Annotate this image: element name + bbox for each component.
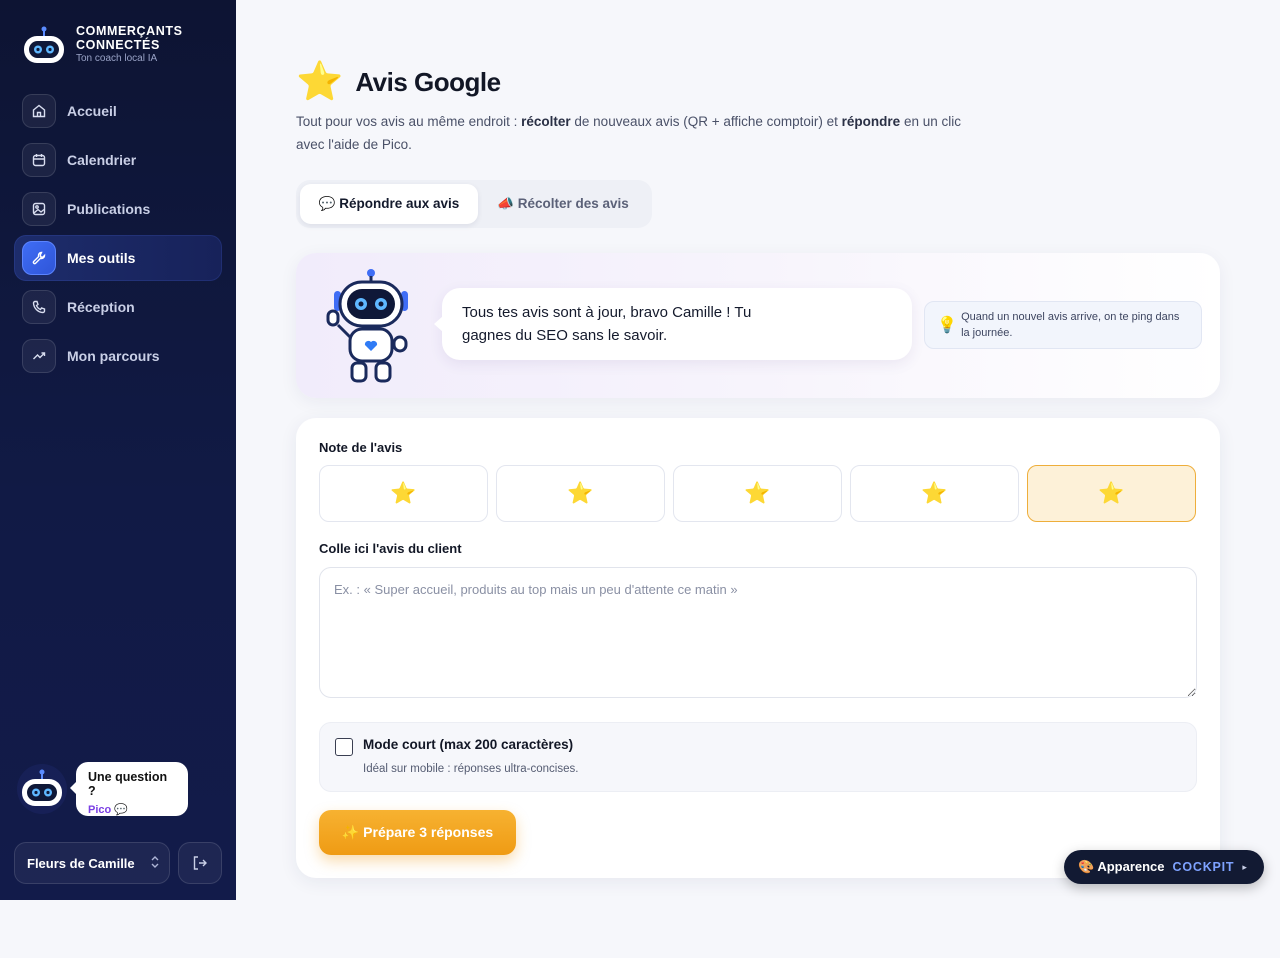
account-switcher[interactable]: Fleurs de Camille — [14, 842, 170, 884]
sidebar-item-label: Mon parcours — [67, 348, 160, 364]
notification-tip: 💡 Quand un nouvel avis arrive, on te pin… — [924, 301, 1202, 349]
logout-icon — [193, 856, 207, 870]
rating-label: Note de l'avis — [319, 440, 403, 455]
tab-reply-reviews[interactable]: 💬 Répondre aux avis — [300, 184, 478, 224]
page-intro: Tout pour vos avis au même endroit : réc… — [296, 110, 976, 156]
sidebar-item-label: Calendrier — [67, 152, 137, 168]
wrench-icon — [22, 241, 56, 275]
appearance-label: 🎨 Apparence — [1078, 859, 1165, 874]
sidebar-item-accueil[interactable]: Accueil — [14, 88, 222, 134]
trend-icon — [22, 339, 56, 373]
intro-bold-reply: répondre — [841, 114, 901, 129]
sidebar-item-label: Publications — [67, 201, 151, 217]
star-icon: ⭐ — [296, 61, 344, 103]
phone-icon — [22, 290, 56, 324]
account-name: Fleurs de Camille — [27, 855, 135, 871]
calendar-icon — [22, 143, 56, 177]
sidebar: Commerçants Connectés Ton coach local IA… — [0, 0, 236, 900]
page-title: Avis Google — [355, 66, 501, 97]
brand-subtitle: Ton coach local IA — [76, 53, 158, 64]
rating-5-button[interactable]: ⭐ — [1027, 465, 1196, 522]
rating-selector: ⭐ ⭐ ⭐ ⭐ ⭐ — [319, 465, 1196, 522]
robot-logo-icon — [24, 26, 64, 63]
short-mode-checkbox[interactable] — [335, 738, 353, 756]
short-mode-title: Mode court (max 200 caractères) — [363, 737, 574, 752]
short-mode-option[interactable]: Mode court (max 200 caractères) Idéal su… — [319, 722, 1197, 792]
pico-speech-bubble: Tous tes avis sont à jour, bravo Camille… — [434, 288, 912, 360]
brand-title-line1: Commerçants — [76, 24, 183, 38]
brand[interactable]: Commerçants Connectés Ton coach local IA — [22, 24, 183, 65]
pico-mascot-icon — [326, 269, 408, 383]
image-icon — [22, 192, 56, 226]
sidebar-item-mon-parcours[interactable]: Mon parcours — [14, 333, 222, 379]
lightbulb-icon: 💡 — [937, 317, 957, 334]
logout-button[interactable] — [178, 842, 222, 884]
chevron-updown-icon — [141, 855, 169, 872]
intro-text: Tout pour vos avis au même endroit : — [296, 114, 522, 129]
appearance-mode: COCKPIT — [1172, 860, 1235, 874]
prepare-replies-button[interactable]: ✨ Prépare 3 réponses — [319, 810, 516, 855]
page-header: ⭐ Avis Google — [296, 60, 501, 104]
rating-1-button[interactable]: ⭐ — [319, 465, 488, 522]
rating-4-button[interactable]: ⭐ — [850, 465, 1019, 522]
reply-form-card: Note de l'avis ⭐ ⭐ ⭐ ⭐ ⭐ Colle ici l'avi… — [296, 418, 1220, 878]
tabs: 💬 Répondre aux avis 📣 Récolter des avis — [296, 180, 652, 228]
rating-3-button[interactable]: ⭐ — [673, 465, 842, 522]
intro-bold-collect: récolter — [521, 114, 571, 129]
intro-text: de nouveaux avis (QR + affiche comptoir)… — [570, 114, 842, 129]
sidebar-item-label: Réception — [67, 299, 135, 315]
sidebar-item-label: Accueil — [67, 103, 117, 119]
caret-right-icon: ▸ — [1242, 861, 1247, 872]
short-mode-description: Idéal sur mobile : réponses ultra-concis… — [363, 763, 579, 775]
brand-title-line2: Connectés — [76, 38, 160, 52]
sidebar-item-reception[interactable]: Réception — [14, 284, 222, 330]
appearance-toggle[interactable]: 🎨 Apparence COCKPIT ▸ — [1064, 850, 1264, 884]
pico-robot-icon — [17, 764, 67, 814]
sidebar-nav: Accueil Calendrier Publications Mes outi… — [14, 88, 222, 382]
sidebar-item-label: Mes outils — [67, 250, 136, 266]
pico-status-banner: Tous tes avis sont à jour, bravo Camille… — [296, 253, 1220, 398]
home-icon — [22, 94, 56, 128]
pico-question: Une question ? — [88, 770, 168, 798]
sidebar-item-publications[interactable]: Publications — [14, 186, 222, 232]
tab-collect-reviews[interactable]: 📣 Récolter des avis — [478, 184, 648, 224]
review-label: Colle ici l'avis du client — [319, 541, 462, 556]
pico-bubble[interactable]: Une question ? Pico 💬 — [70, 762, 188, 816]
rating-2-button[interactable]: ⭐ — [496, 465, 665, 522]
sidebar-item-calendrier[interactable]: Calendrier — [14, 137, 222, 183]
pico-helper[interactable]: Une question ? Pico 💬 — [16, 762, 188, 816]
status-message: Tous tes avis sont à jour, bravo Camille… — [462, 304, 752, 344]
pico-name: Pico 💬 — [88, 804, 128, 816]
review-input[interactable] — [319, 567, 1197, 698]
tip-text: Quand un nouvel avis arrive, on te ping … — [961, 311, 1180, 339]
sidebar-item-mes-outils[interactable]: Mes outils — [14, 235, 222, 281]
